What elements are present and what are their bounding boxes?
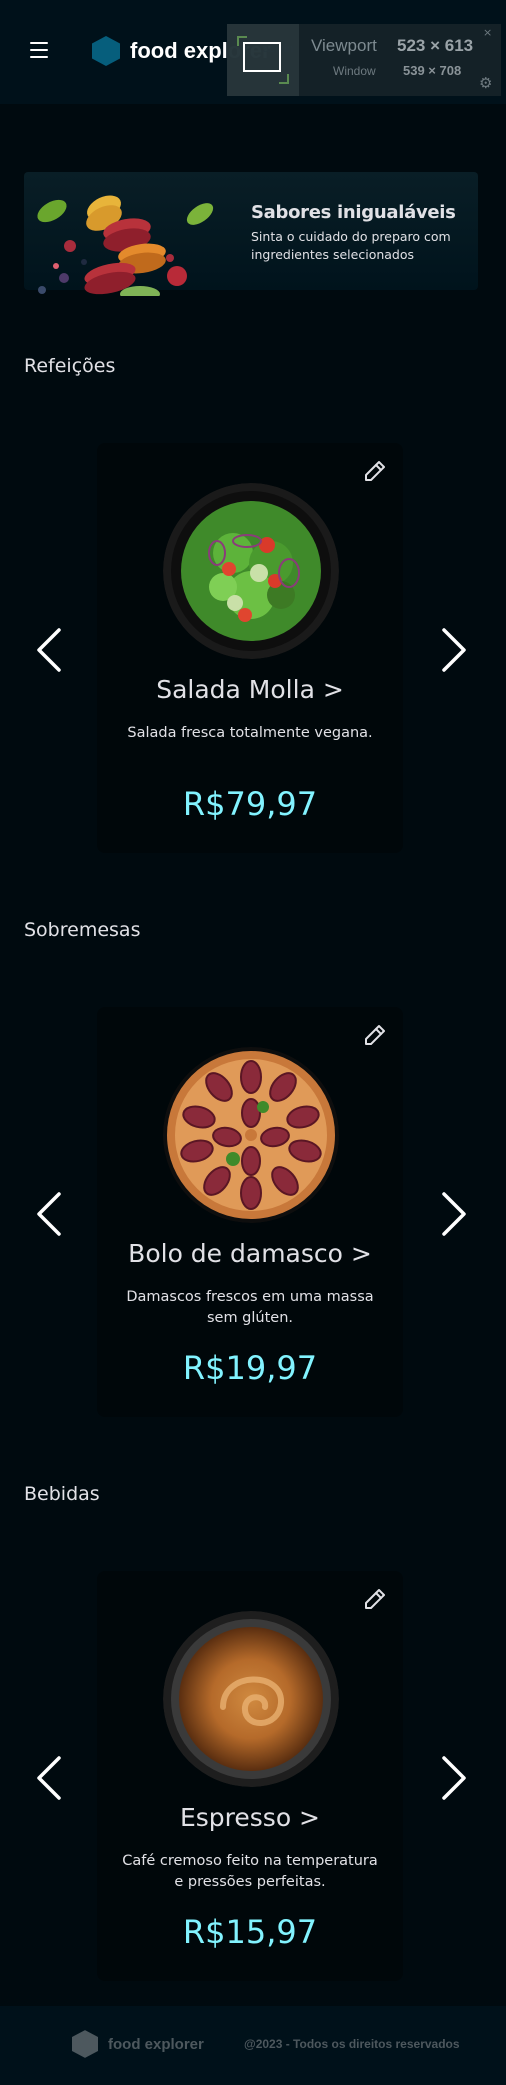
viewport-value: 523 × 613 <box>397 36 474 55</box>
banner-title: Sabores inigualáveis <box>251 202 456 223</box>
pencil-edit-icon[interactable] <box>363 459 387 483</box>
header: food explorer admin Viewport 523 × 613 W… <box>0 0 506 104</box>
footer: food explorer @2023 - Todos os direitos … <box>0 2006 506 2085</box>
logo-hexagon-icon <box>92 36 120 66</box>
viewport-thumbnail <box>227 24 299 96</box>
chevron-left-icon[interactable] <box>33 1190 63 1238</box>
apricot-cake-image[interactable] <box>163 1047 339 1223</box>
section-title-bebidas: Bebidas <box>24 1483 100 1505</box>
pencil-edit-icon[interactable] <box>363 1023 387 1047</box>
dish-price: R$19,97 <box>182 1349 318 1387</box>
viewport-label: Viewport <box>311 36 377 55</box>
dish-card: Bolo de damasco > Damascos frescos em um… <box>97 1007 403 1417</box>
chevron-left-icon[interactable] <box>33 1754 63 1802</box>
dish-description: Salada fresca totalmente vegana. <box>127 725 373 741</box>
gear-icon[interactable]: ⚙ <box>479 74 492 92</box>
window-value: 539 × 708 <box>403 63 462 78</box>
dish-price: R$15,97 <box>182 1913 318 1951</box>
pencil-edit-icon[interactable] <box>363 1587 387 1611</box>
dish-description: Café cremoso feito na temperatura e pres… <box>122 1853 378 1890</box>
dish-description: Damascos frescos em uma massa sem glúten… <box>126 1289 374 1326</box>
footer-hexagon-icon <box>72 2030 98 2058</box>
banner-subtitle: Sinta o cuidado do preparo com ingredien… <box>251 229 451 262</box>
section-title-sobremesas: Sobremesas <box>24 919 141 941</box>
footer-logo: food explorer <box>72 2030 204 2058</box>
viewport-overlay: Viewport 523 × 613 Window 539 × 708 × ⚙ <box>227 24 501 96</box>
espresso-image[interactable] <box>163 1611 339 1787</box>
dish-card: Salada Molla > Salada fresca totalmente … <box>97 443 403 853</box>
macarons-illustration <box>37 195 214 296</box>
dish-name[interactable]: Salada Molla > <box>97 675 403 704</box>
chevron-left-icon[interactable] <box>33 626 63 674</box>
dish-price: R$79,97 <box>182 785 318 823</box>
close-icon[interactable]: × <box>483 26 492 39</box>
footer-copyright: @2023 - Todos os direitos reservados <box>244 2037 460 2051</box>
chevron-right-icon[interactable] <box>440 1190 470 1238</box>
footer-logo-text: food explorer <box>108 2035 204 2053</box>
chevron-right-icon[interactable] <box>440 1754 470 1802</box>
dish-card: Espresso > Café cremoso feito na tempera… <box>97 1571 403 1981</box>
hamburger-menu-icon[interactable] <box>30 42 48 58</box>
dish-name[interactable]: Espresso > <box>97 1803 403 1832</box>
dish-name[interactable]: Bolo de damasco > <box>97 1239 403 1268</box>
hero-banner: Sabores inigualáveis Sinta o cuidado do … <box>24 172 478 296</box>
window-label: Window <box>333 64 376 78</box>
salad-image[interactable] <box>163 483 339 659</box>
chevron-right-icon[interactable] <box>440 626 470 674</box>
section-title-refeicoes: Refeições <box>24 355 116 377</box>
